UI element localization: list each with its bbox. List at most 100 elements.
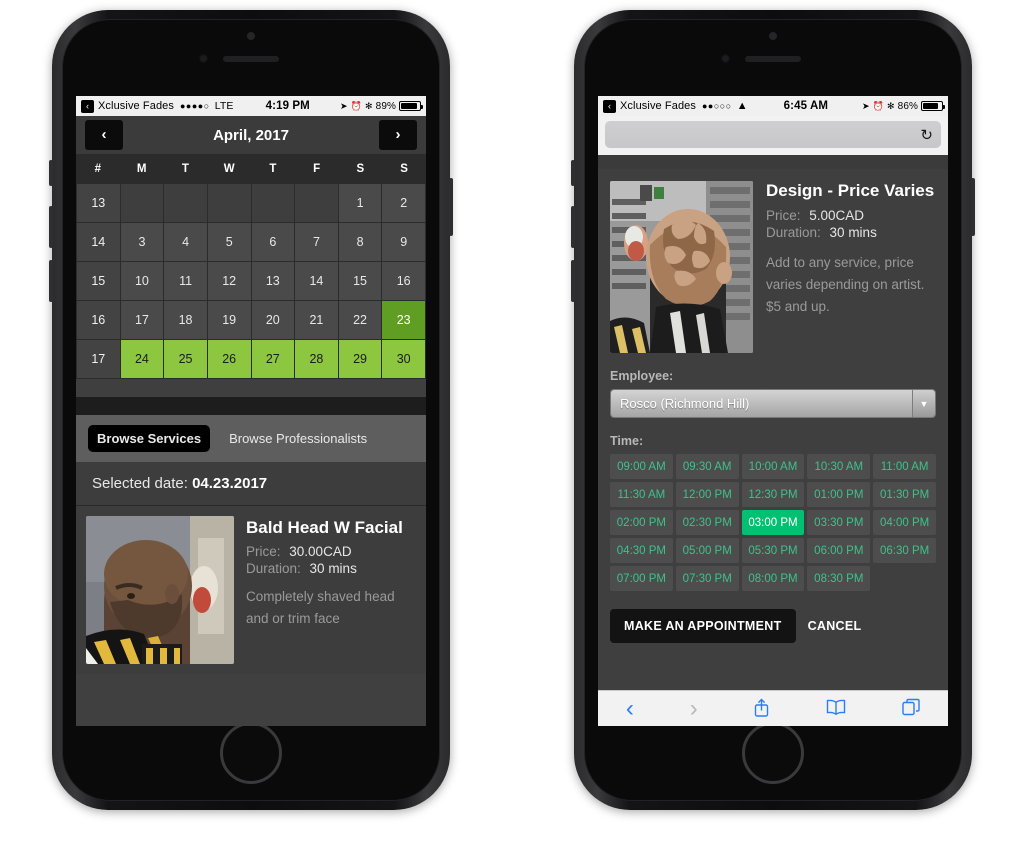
- calendar-day-cell: 20: [251, 301, 295, 339]
- time-slot[interactable]: 07:30 PM: [675, 566, 739, 591]
- front-camera-icon: [199, 54, 208, 63]
- calendar-bottom-spacer: [76, 379, 426, 397]
- status-back-icon[interactable]: ‹: [603, 99, 616, 113]
- network-type-label: LTE: [214, 100, 234, 112]
- time-slot[interactable]: 04:30 PM: [610, 538, 673, 563]
- time-slot[interactable]: 07:00 PM: [610, 566, 673, 591]
- calendar-dow-4: T: [269, 163, 277, 175]
- calendar-dow-2: T: [181, 163, 189, 175]
- tab-browse-professionalists[interactable]: Browse Professionalists: [220, 425, 376, 452]
- service-duration-label: Duration:: [766, 224, 821, 240]
- home-button[interactable]: [220, 722, 282, 784]
- calendar-day-empty: [207, 184, 251, 222]
- volume-down-button[interactable]: [49, 260, 53, 302]
- left-phone-screen: ‹ Xclusive Fades ●●●●○ LTE 4:19 PM ➤ ⏰ ✻…: [76, 96, 426, 726]
- right-iphone-device: ‹ Xclusive Fades ●●○○○ ▲ 6:45 AM ➤ ⏰ ✻ 8…: [571, 10, 975, 810]
- calendar-day-cell: 9: [382, 223, 425, 261]
- calendar-next-month-button[interactable]: ›: [379, 120, 417, 150]
- calendar-day-cell[interactable]: 29: [338, 340, 382, 378]
- calendar-week-number: 13: [77, 184, 120, 222]
- url-input[interactable]: ↻: [605, 121, 941, 148]
- calendar-dow-7: S: [400, 163, 408, 175]
- status-back-icon[interactable]: ‹: [81, 99, 94, 113]
- alarm-clock-icon: ⏰: [350, 100, 363, 111]
- time-slot[interactable]: 04:00 PM: [873, 510, 936, 535]
- time-slot[interactable]: 06:30 PM: [873, 538, 936, 563]
- volume-up-button[interactable]: [571, 206, 575, 248]
- cancel-button[interactable]: CANCEL: [808, 619, 862, 633]
- service-duration-row: Duration: 30 mins: [246, 561, 416, 576]
- calendar-day-cell[interactable]: 25: [164, 340, 207, 378]
- back-icon[interactable]: ‹: [626, 696, 634, 721]
- employee-selected-value: Rosco (Richmond Hill): [611, 390, 912, 417]
- time-slot[interactable]: 11:00 AM: [873, 454, 936, 479]
- tab-browse-services[interactable]: Browse Services: [88, 425, 211, 452]
- wifi-icon: ▲: [736, 100, 748, 112]
- forward-icon[interactable]: ›: [690, 696, 698, 721]
- service-price-row: Price: 30.00CAD: [246, 544, 416, 559]
- time-slot[interactable]: 05:00 PM: [675, 538, 739, 563]
- calendar-day-cell: 3: [120, 223, 164, 261]
- signal-strength-icon: ●●●●○: [180, 101, 210, 111]
- home-button[interactable]: [742, 722, 804, 784]
- time-slot-selected[interactable]: 03:00 PM: [741, 510, 805, 535]
- tabs-icon[interactable]: [902, 698, 920, 719]
- calendar-day-cell[interactable]: 26: [207, 340, 251, 378]
- calendar-day-selected[interactable]: 23: [382, 301, 425, 339]
- action-buttons: MAKE AN APPOINTMENT CANCEL: [610, 609, 936, 643]
- time-slot[interactable]: 06:00 PM: [807, 538, 871, 563]
- calendar-month-title: April, 2017: [213, 126, 289, 144]
- time-slot[interactable]: 09:30 AM: [675, 454, 739, 479]
- carrier-name: Xclusive Fades: [98, 100, 174, 112]
- service-card[interactable]: Bald Head W Facial Price: 30.00CAD Durat…: [76, 506, 426, 674]
- calendar-day-headers: # M T W T F S S: [76, 154, 426, 184]
- calendar-header: ‹ April, 2017 ›: [76, 116, 426, 154]
- calendar-day-cell: 2: [382, 184, 425, 222]
- share-icon[interactable]: [753, 698, 770, 720]
- time-slot[interactable]: 02:30 PM: [675, 510, 739, 535]
- service-info: Design - Price Varies Price: 5.00CAD Dur…: [766, 181, 936, 353]
- make-appointment-button[interactable]: MAKE AN APPOINTMENT: [610, 609, 796, 643]
- calendar-day-cell[interactable]: 30: [382, 340, 425, 378]
- power-button[interactable]: [449, 178, 453, 236]
- calendar-week-number: 15: [77, 262, 120, 300]
- employee-select[interactable]: Rosco (Richmond Hill) ▼: [610, 389, 936, 418]
- battery-percent-label: 89%: [375, 100, 396, 112]
- time-slot[interactable]: 05:30 PM: [741, 538, 805, 563]
- time-slot[interactable]: 10:00 AM: [741, 454, 805, 479]
- left-iphone-device: ‹ Xclusive Fades ●●●●○ LTE 4:19 PM ➤ ⏰ ✻…: [49, 10, 453, 810]
- service-price-value: 5.00CAD: [809, 207, 865, 223]
- time-slot[interactable]: 02:00 PM: [610, 510, 673, 535]
- calendar-day-cell: 10: [120, 262, 164, 300]
- calendar-day-cell: 16: [382, 262, 425, 300]
- time-slot[interactable]: 03:30 PM: [807, 510, 871, 535]
- calendar-day-cell[interactable]: 27: [251, 340, 295, 378]
- calendar-day-cell: 13: [251, 262, 295, 300]
- bookmarks-icon[interactable]: [826, 699, 846, 718]
- right-phone-screen: ‹ Xclusive Fades ●●○○○ ▲ 6:45 AM ➤ ⏰ ✻ 8…: [598, 96, 948, 726]
- calendar-prev-month-button[interactable]: ‹: [85, 120, 123, 150]
- ring-silent-switch[interactable]: [571, 160, 575, 186]
- volume-up-button[interactable]: [49, 206, 53, 248]
- time-slot[interactable]: 08:30 PM: [807, 566, 871, 591]
- time-slot[interactable]: 10:30 AM: [807, 454, 871, 479]
- calendar-week-number: 17: [77, 340, 120, 378]
- time-slot[interactable]: 11:30 AM: [610, 482, 673, 507]
- time-slot[interactable]: 08:00 PM: [741, 566, 805, 591]
- ring-silent-switch[interactable]: [49, 160, 53, 186]
- power-button[interactable]: [971, 178, 975, 236]
- time-slot[interactable]: 12:30 PM: [741, 482, 805, 507]
- volume-down-button[interactable]: [571, 260, 575, 302]
- status-right-group: ➤ ⏰ ✻ 86%: [862, 101, 945, 112]
- service-duration-value: 30 mins: [829, 224, 877, 240]
- time-slot[interactable]: 01:00 PM: [807, 482, 871, 507]
- reload-icon[interactable]: ↻: [920, 126, 933, 144]
- time-slot[interactable]: 09:00 AM: [610, 454, 673, 479]
- service-description-extra: $5 and up.: [766, 299, 830, 315]
- calendar-day-cell[interactable]: 28: [295, 340, 338, 378]
- time-slot[interactable]: 12:00 PM: [675, 482, 739, 507]
- calendar-day-cell: 7: [295, 223, 338, 261]
- time-slot[interactable]: 01:30 PM: [873, 482, 936, 507]
- service-price-row: Price: 5.00CAD: [766, 208, 936, 223]
- calendar-day-cell[interactable]: 24: [120, 340, 164, 378]
